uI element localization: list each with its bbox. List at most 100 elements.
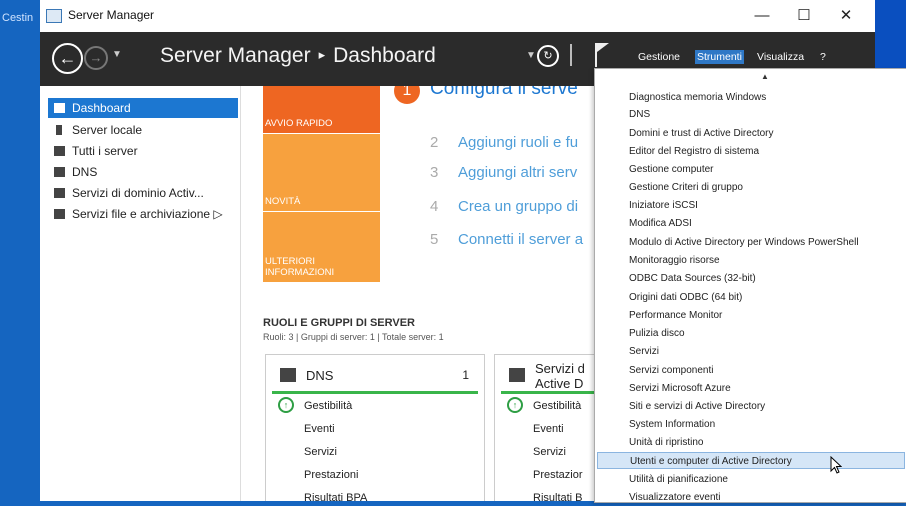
menu-item-event-viewer[interactable]: Visualizzatore eventi	[595, 489, 906, 506]
sidebar-item-all-servers[interactable]: Tutti i server	[48, 141, 238, 161]
role-row-manageability[interactable]: Gestibilità	[533, 400, 581, 412]
menu-item-registry-editor[interactable]: Editor del Registro di sistema	[595, 143, 906, 160]
sidebar-item-label: Tutti i server	[72, 144, 138, 158]
forward-arrow-icon[interactable]: →	[84, 46, 108, 70]
role-row-events[interactable]: Eventi	[533, 423, 564, 435]
step-number: 5	[430, 231, 439, 248]
role-row-bpa[interactable]: Risultati BPA	[304, 492, 367, 501]
menu-item-component-services[interactable]: Servizi componenti	[595, 362, 906, 379]
menu-item-memory-diagnostic[interactable]: Diagnostica memoria Windows	[595, 89, 906, 106]
step-number: 1	[394, 86, 420, 104]
menu-view[interactable]: Visualizza	[757, 50, 804, 64]
sidebar-item-label: Dashboard	[72, 101, 131, 115]
tile-news[interactable]: NOVITÀ	[263, 134, 380, 211]
menu-item-performance-monitor[interactable]: Performance Monitor	[595, 307, 906, 324]
tile-more-info[interactable]: ULTERIORI INFORMAZIONI	[263, 212, 380, 282]
role-row-manageability[interactable]: Gestibilità	[304, 400, 352, 412]
menu-item-adsi-edit[interactable]: Modifica ADSI	[595, 215, 906, 232]
step-label: Connetti il server a	[458, 231, 584, 248]
menu-item-odbc-64[interactable]: Origini dati ODBC (64 bit)	[595, 289, 906, 306]
menu-item-ad-powershell[interactable]: Modulo di Active Directory per Windows P…	[595, 234, 906, 251]
step-connect-cloud-link[interactable]: 5 Connetti il server a	[430, 231, 583, 248]
notification-flag-icon[interactable]	[595, 43, 609, 67]
menu-item-iscsi-initiator[interactable]: Iniziatore iSCSI	[595, 197, 906, 214]
breadcrumb-separator-icon: ▸	[318, 47, 326, 62]
status-ok-icon: ↑	[507, 397, 523, 413]
dns-server-icon	[280, 368, 296, 382]
minimize-button[interactable]: —	[740, 2, 784, 30]
sidebar-item-local-server[interactable]: Server locale	[48, 120, 238, 140]
sidebar: Dashboard Server locale Tutti i server D…	[40, 86, 241, 501]
sidebar-item-label: Server locale	[72, 123, 143, 137]
step-create-group-link[interactable]: 4 Crea un gruppo di	[430, 198, 578, 215]
role-row-performance[interactable]: Prestazior	[533, 469, 583, 481]
tile-quick-start[interactable]: AVVIO RAPIDO	[263, 86, 380, 133]
step-label: Aggiungi ruoli e fu	[458, 134, 579, 151]
step-configure-link[interactable]: Configura il serve	[430, 86, 578, 100]
status-ok-icon: ↑	[278, 397, 294, 413]
tools-dropdown-menu: ▲ Diagnostica memoria Windows DNS Domini…	[594, 68, 906, 503]
desktop-left-strip: Cestin	[0, 0, 40, 501]
menu-item-group-policy[interactable]: Gestione Criteri di gruppo	[595, 179, 906, 196]
scroll-up-icon[interactable]: ▲	[761, 72, 769, 81]
tile-label: AVVIO RAPIDO	[265, 118, 333, 129]
menu-help[interactable]: ?	[820, 50, 826, 64]
sidebar-item-dns[interactable]: DNS	[48, 162, 238, 182]
close-button[interactable]: ✕	[824, 2, 868, 30]
title-bar: Server Manager — ☐ ✕	[40, 0, 875, 32]
role-row-bpa[interactable]: Risultati B	[533, 492, 583, 501]
back-arrow-icon[interactable]: ←	[52, 43, 83, 74]
file-storage-icon	[54, 209, 65, 219]
ad-ds-icon	[509, 368, 525, 382]
breadcrumb: Server Manager ▸ Dashboard	[160, 44, 436, 68]
sidebar-item-dashboard[interactable]: Dashboard	[48, 98, 238, 118]
mouse-cursor-icon	[830, 456, 842, 474]
role-row-services[interactable]: Servizi	[533, 446, 566, 458]
history-dropdown-icon[interactable]: ▼	[112, 49, 122, 60]
step-add-roles-link[interactable]: 2 Aggiungi ruoli e fu	[430, 134, 578, 151]
servers-icon	[54, 146, 65, 156]
sidebar-item-file-storage[interactable]: Servizi file e archiviazione ▷	[48, 204, 238, 224]
desktop-label: Cestin	[2, 12, 34, 24]
menu-item-ad-domains-trusts[interactable]: Domini e trust di Active Directory	[595, 125, 906, 142]
server-icon	[56, 125, 62, 135]
menu-item-disk-cleanup[interactable]: Pulizia disco	[595, 325, 906, 342]
breadcrumb-root[interactable]: Server Manager	[160, 44, 311, 67]
role-card-count: 1	[462, 368, 469, 382]
dns-server-icon	[54, 167, 65, 177]
ad-ds-icon	[54, 188, 65, 198]
menu-item-odbc-32[interactable]: ODBC Data Sources (32-bit)	[595, 270, 906, 287]
tile-label: NOVITÀ	[265, 196, 301, 207]
step-label: Aggiungi altri serv	[458, 164, 578, 181]
role-card-dns[interactable]: DNS 1 ↑ Gestibilità Eventi Servizi Prest…	[265, 354, 485, 501]
menu-item-recovery-drive[interactable]: Unità di ripristino	[595, 434, 906, 451]
role-row-services[interactable]: Servizi	[304, 446, 337, 458]
menu-item-dns[interactable]: DNS	[595, 106, 906, 123]
role-row-performance[interactable]: Prestazioni	[304, 469, 358, 481]
refresh-dropdown-icon[interactable]: ▼	[526, 50, 536, 61]
menu-manage[interactable]: Gestione	[638, 50, 680, 64]
header-divider	[570, 44, 572, 66]
menu-item-azure-services[interactable]: Servizi Microsoft Azure	[595, 380, 906, 397]
menu-item-system-information[interactable]: System Information	[595, 416, 906, 433]
menu-tools[interactable]: Strumenti	[695, 50, 744, 64]
breadcrumb-page: Dashboard	[333, 44, 436, 67]
step-label: Crea un gruppo di	[458, 198, 579, 215]
refresh-icon[interactable]: ↻	[537, 45, 559, 67]
menu-item-ad-sites-services[interactable]: Siti e servizi di Active Directory	[595, 398, 906, 415]
menu-item-ad-users-computers[interactable]: Utenti e computer di Active Directory	[597, 452, 905, 469]
sidebar-item-ad-ds[interactable]: Servizi di dominio Activ...	[48, 183, 238, 203]
sidebar-item-label: Servizi di dominio Activ...	[72, 186, 204, 200]
tile-label: ULTERIORI INFORMAZIONI	[265, 256, 335, 278]
menu-item-computer-management[interactable]: Gestione computer	[595, 161, 906, 178]
menu-item-services[interactable]: Servizi	[595, 343, 906, 360]
menu-item-resource-monitor[interactable]: Monitoraggio risorse	[595, 252, 906, 269]
menu-item-task-scheduler[interactable]: Utilità di pianificazione	[595, 471, 906, 488]
step-add-servers-link[interactable]: 3 Aggiungi altri serv	[430, 164, 577, 181]
role-row-events[interactable]: Eventi	[304, 423, 335, 435]
role-card-title: DNS	[306, 368, 334, 383]
sidebar-item-label: Servizi file e archiviazione ▷	[72, 207, 223, 221]
step-number: 4	[430, 198, 439, 215]
roles-section-title: RUOLI E GRUPPI DI SERVER	[263, 317, 415, 329]
maximize-button[interactable]: ☐	[782, 2, 826, 30]
